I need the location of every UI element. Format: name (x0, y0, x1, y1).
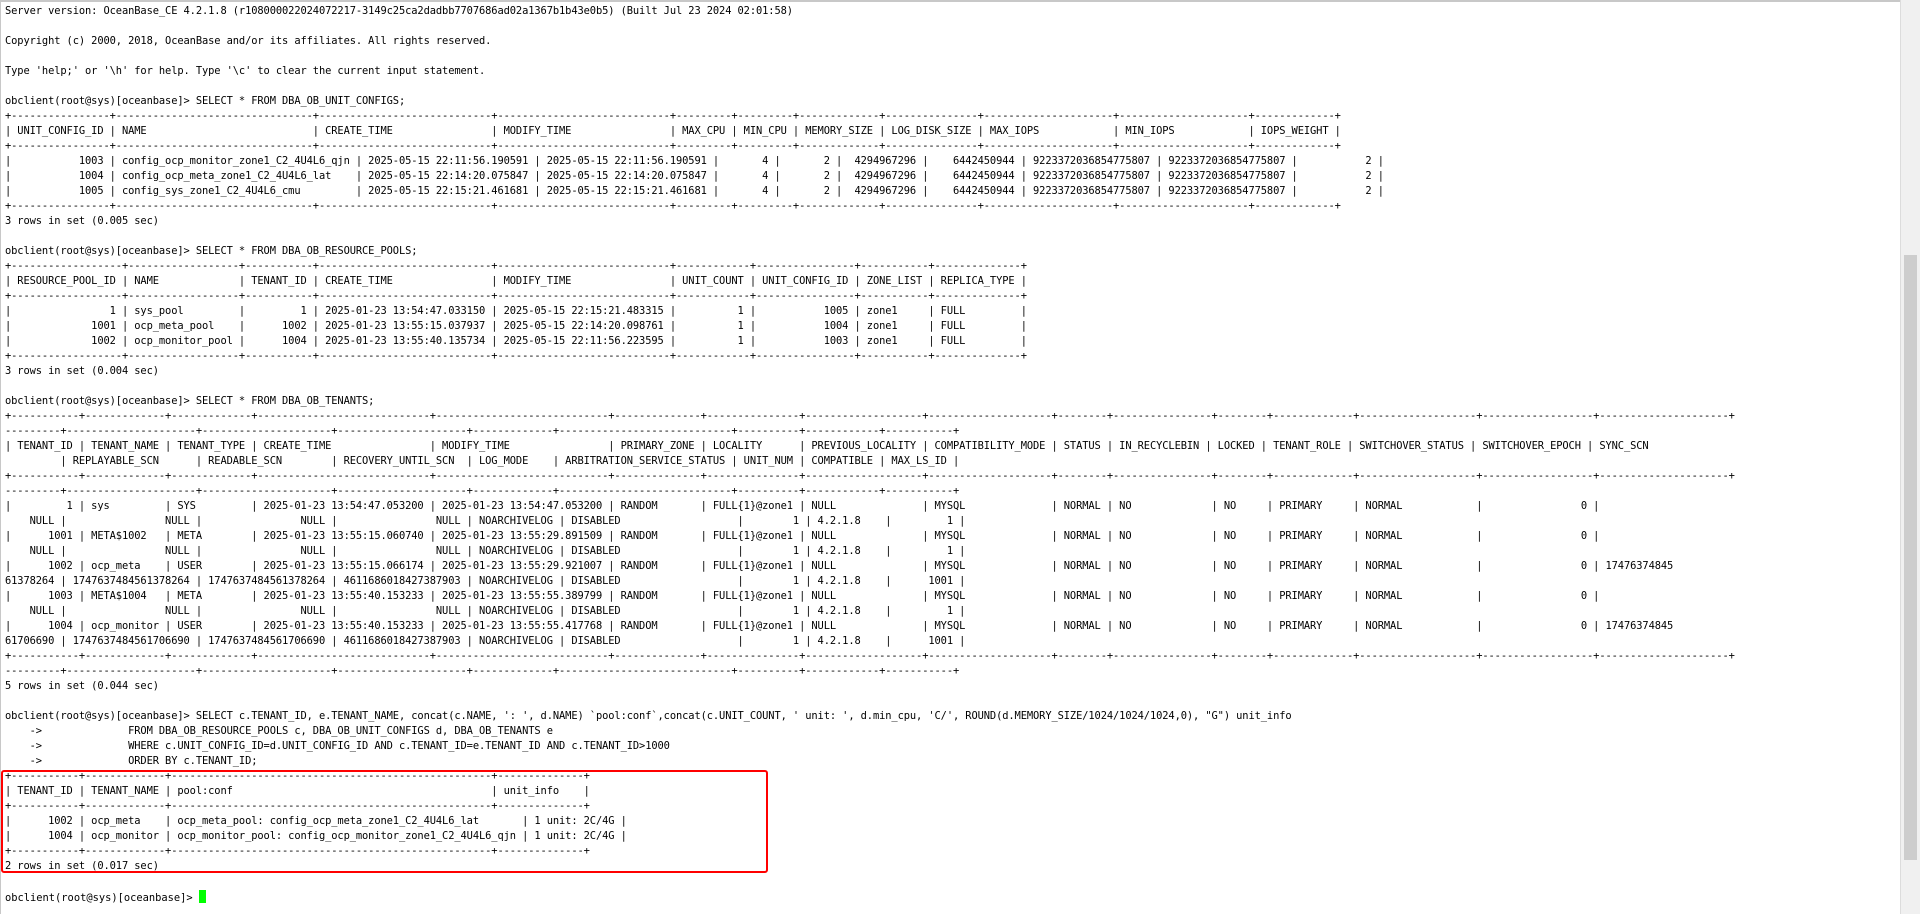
terminal-line: -> ORDER BY c.TENANT_ID; (5, 755, 258, 767)
terminal-window[interactable]: Server version: OceanBase_CE 4.2.1.8 (r1… (0, 0, 1900, 914)
terminal-output: Server version: OceanBase_CE 4.2.1.8 (r1… (1, 2, 1900, 874)
terminal-line: +-----------+-------------+-------------… (5, 845, 590, 857)
terminal-line: Type 'help;' or '\h' for help. Type '\c'… (5, 65, 486, 77)
terminal-line: 61706690 | 1747637484561706690 | 1747637… (5, 635, 966, 647)
text-cursor (198, 890, 206, 903)
terminal-line: +------------------+------------------+-… (5, 350, 1027, 362)
terminal-line: 5 rows in set (0.044 sec) (5, 680, 159, 692)
scrollbar-thumb[interactable] (1904, 255, 1917, 860)
terminal-line: 3 rows in set (0.004 sec) (5, 365, 159, 377)
terminal-line: -> FROM DBA_OB_RESOURCE_POOLS c, DBA_OB_… (5, 725, 553, 737)
terminal-line: Server version: OceanBase_CE 4.2.1.8 (r1… (5, 5, 793, 17)
terminal-line: +-----------+-------------+-------------… (5, 410, 1735, 422)
terminal-line: NULL | NULL | NULL | NULL | NOARCHIVELOG… (5, 515, 966, 527)
terminal-line: +----------------+----------------------… (5, 200, 1341, 212)
terminal-line: +------------------+------------------+-… (5, 260, 1027, 272)
terminal-line: | 1004 | ocp_monitor | ocp_monitor_pool:… (5, 830, 627, 842)
terminal-line: obclient(root@sys)[oceanbase]> SELECT * … (5, 395, 375, 407)
terminal-line: | 1001 | ocp_meta_pool | 1002 | 2025-01-… (5, 320, 1027, 332)
terminal-line: obclient(root@sys)[oceanbase]> SELECT c.… (5, 710, 1292, 722)
prompt-text: obclient(root@sys)[oceanbase]> (5, 892, 193, 904)
terminal-line: ---------+---------------------+--------… (5, 485, 960, 497)
terminal-line: | 1001 | META$1002 | META | 2025-01-23 1… (5, 530, 1600, 542)
terminal-line: | RESOURCE_POOL_ID | NAME | TENANT_ID | … (5, 275, 1027, 287)
terminal-line: +-----------+-------------+-------------… (5, 800, 590, 812)
terminal-line: | REPLAYABLE_SCN | READABLE_SCN | RECOVE… (5, 455, 960, 467)
terminal-line: +----------------+----------------------… (5, 110, 1341, 122)
terminal-line: +------------------+------------------+-… (5, 290, 1027, 302)
terminal-line: | 1 | sys_pool | 1 | 2025-01-23 13:54:47… (5, 305, 1027, 317)
terminal-line: | 1005 | config_sys_zone1_C2_4U4L6_cmu |… (5, 185, 1384, 197)
terminal-line: | TENANT_ID | TENANT_NAME | TENANT_TYPE … (5, 440, 1649, 452)
terminal-line: | TENANT_ID | TENANT_NAME | pool:conf | … (5, 785, 590, 797)
terminal-line: Copyright (c) 2000, 2018, OceanBase and/… (5, 35, 492, 47)
terminal-line: +-----------+-------------+-------------… (5, 770, 590, 782)
terminal-line: ---------+---------------------+--------… (5, 665, 960, 677)
terminal-line: +-----------+-------------+-------------… (5, 470, 1735, 482)
terminal-line: 3 rows in set (0.005 sec) (5, 215, 159, 227)
terminal-line: ---------+---------------------+--------… (5, 425, 960, 437)
terminal-line: | 1002 | ocp_meta | ocp_meta_pool: confi… (5, 815, 627, 827)
terminal-line: | 1002 | ocp_meta | USER | 2025-01-23 13… (5, 560, 1674, 572)
vertical-scrollbar[interactable] (1900, 0, 1920, 914)
terminal-line: | 1 | sys | SYS | 2025-01-23 13:54:47.05… (5, 500, 1600, 512)
terminal-line: +-----------+-------------+-------------… (5, 650, 1735, 662)
terminal-line: | 1004 | config_ocp_meta_zone1_C2_4U4L6_… (5, 170, 1384, 182)
terminal-line: obclient(root@sys)[oceanbase]> SELECT * … (5, 245, 418, 257)
terminal-line: +----------------+----------------------… (5, 140, 1341, 152)
terminal-line: | UNIT_CONFIG_ID | NAME | CREATE_TIME | … (5, 125, 1341, 137)
terminal-line: | 1003 | META$1004 | META | 2025-01-23 1… (5, 590, 1600, 602)
terminal-line: NULL | NULL | NULL | NULL | NOARCHIVELOG… (5, 605, 966, 617)
terminal-line: obclient(root@sys)[oceanbase]> SELECT * … (5, 95, 406, 107)
terminal-line: | 1004 | ocp_monitor | USER | 2025-01-23… (5, 620, 1674, 632)
terminal-line: -> WHERE c.UNIT_CONFIG_ID=d.UNIT_CONFIG_… (5, 740, 670, 752)
terminal-line: 61378264 | 1747637484561378264 | 1747637… (5, 575, 966, 587)
terminal-line: | 1003 | config_ocp_monitor_zone1_C2_4U4… (5, 155, 1384, 167)
terminal-line: NULL | NULL | NULL | NULL | NOARCHIVELOG… (5, 545, 966, 557)
terminal-line: 2 rows in set (0.017 sec) (5, 860, 159, 872)
terminal-line: | 1002 | ocp_monitor_pool | 1004 | 2025-… (5, 335, 1027, 347)
prompt-line[interactable]: obclient(root@sys)[oceanbase]> (5, 890, 206, 906)
